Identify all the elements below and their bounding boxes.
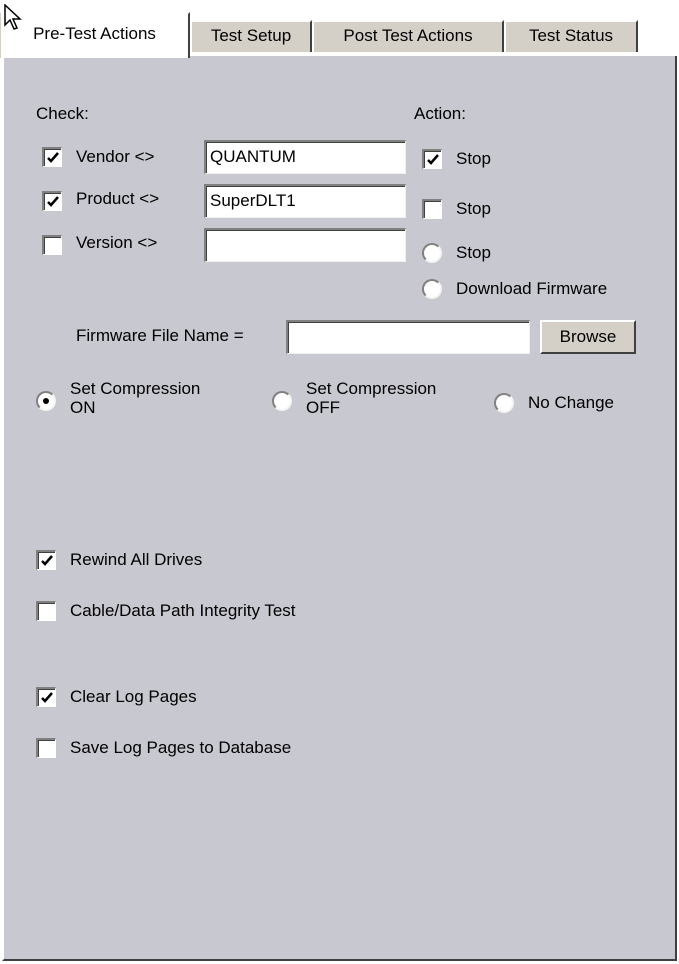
vendor-stop-checkbox[interactable] [422, 149, 442, 169]
checkmark-icon [427, 154, 439, 165]
compression-on-label: Set Compression ON [70, 379, 200, 417]
save-log-pages-to-database-label: Save Log Pages to Database [70, 738, 292, 757]
compression-off-line1: Set Compression [306, 379, 437, 398]
product-field[interactable]: SuperDLT1 [204, 184, 406, 218]
checkmark-icon [41, 555, 53, 566]
checkmark-icon [41, 692, 53, 703]
vendor-stop-label: Stop [456, 149, 491, 168]
tab-post-test-actions[interactable]: Post Test Actions [312, 20, 504, 52]
download-firmware-radio[interactable] [422, 279, 442, 299]
tab-pre-test-actions[interactable]: Pre-Test Actions [0, 12, 190, 58]
version-stop-label: Stop [456, 243, 491, 262]
checkmark-icon [47, 152, 59, 163]
vendor-check-checkbox[interactable] [42, 147, 62, 167]
product-check-label: Product <> [76, 189, 160, 208]
product-check-checkbox[interactable] [42, 191, 62, 211]
firmware-file-name-label: Firmware File Name = [76, 326, 244, 345]
tab-test-setup[interactable]: Test Setup [190, 20, 312, 52]
product-stop-label: Stop [456, 199, 491, 218]
download-firmware-label: Download Firmware [456, 279, 608, 298]
clear-log-pages-checkbox[interactable] [36, 687, 56, 707]
product-stop-checkbox[interactable] [422, 199, 442, 219]
rewind-all-drives-label: Rewind All Drives [70, 550, 203, 569]
cable-data-path-integrity-test-checkbox[interactable] [36, 601, 56, 621]
check-header: Check: [36, 104, 89, 123]
browse-button[interactable]: Browse [540, 320, 636, 354]
save-log-pages-to-database-checkbox[interactable] [36, 738, 56, 758]
cable-data-path-integrity-test-label: Cable/Data Path Integrity Test [70, 601, 296, 620]
version-field[interactable] [204, 228, 406, 262]
compression-no-change-radio[interactable] [494, 393, 514, 413]
mouse-cursor-icon [4, 4, 22, 30]
vendor-check-label: Vendor <> [76, 147, 155, 166]
compression-on-line1: Set Compression [70, 379, 201, 398]
radio-dot-icon [43, 398, 49, 404]
version-check-checkbox[interactable] [42, 235, 62, 255]
compression-on-radio[interactable] [36, 391, 56, 411]
compression-off-line2: OFF [306, 398, 340, 417]
compression-no-change-label: No Change [528, 393, 615, 412]
rewind-all-drives-checkbox[interactable] [36, 550, 56, 570]
version-stop-radio[interactable] [422, 243, 442, 263]
action-header: Action: [414, 104, 466, 123]
checkmark-icon [47, 196, 59, 207]
tab-test-status[interactable]: Test Status [504, 20, 638, 52]
clear-log-pages-label: Clear Log Pages [70, 687, 197, 706]
compression-off-radio[interactable] [272, 391, 292, 411]
tab-strip: Pre-Test Actions Test Setup Post Test Ac… [0, 0, 679, 60]
compression-on-line2: ON [70, 398, 96, 417]
compression-off-label: Set Compression OFF [306, 379, 436, 417]
version-check-label: Version <> [76, 233, 158, 252]
vendor-field[interactable]: QUANTUM [204, 140, 406, 174]
firmware-file-name-field[interactable] [286, 320, 530, 354]
tab-panel-pre-test-actions: Check: Action: Vendor <> QUANTUM Product… [2, 56, 677, 961]
